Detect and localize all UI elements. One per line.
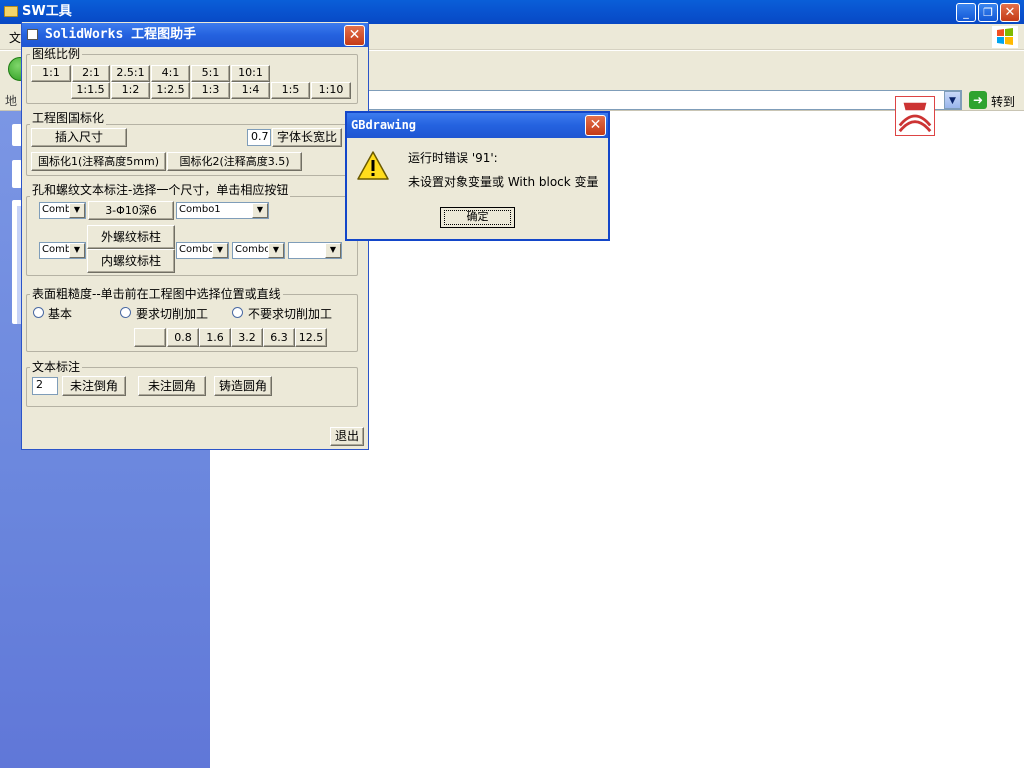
combo1-value: Combo1: [179, 204, 221, 215]
go-button[interactable]: 转到: [991, 93, 1015, 110]
roughness-value-button[interactable]: 3.2: [231, 328, 263, 347]
radio-cut-label: 要求切削加工: [136, 307, 209, 321]
roughness-value-button[interactable]: 6.3: [263, 328, 295, 347]
dialog-close-button[interactable]: ✕: [585, 115, 606, 136]
external-thread-button[interactable]: 外螺纹标柱: [87, 225, 175, 249]
scale-button[interactable]: 5:1: [191, 65, 230, 82]
chamfer-button[interactable]: 未注倒角: [62, 376, 126, 396]
dialog-message-line1: 运行时错误 '91':: [408, 151, 498, 165]
app-icon: [27, 29, 38, 40]
sw-window-title: SolidWorks 工程图助手: [22, 23, 368, 47]
address-label: 地: [5, 94, 18, 108]
standardize-1-button[interactable]: 国标化1(注释高度5mm): [31, 152, 166, 171]
scale-button[interactable]: 2.5:1: [111, 65, 150, 82]
chevron-down-icon[interactable]: ▼: [252, 203, 268, 218]
dialog-title: GBdrawing: [347, 113, 608, 138]
radio-no-cut[interactable]: [232, 307, 243, 318]
roughness-value-button[interactable]: 0.8: [167, 328, 199, 347]
roughness-value-button[interactable]: [134, 328, 166, 347]
radio-cut[interactable]: [120, 307, 131, 318]
scale-button[interactable]: 1:2.5: [151, 82, 190, 99]
scale-button[interactable]: 1:4: [231, 82, 270, 99]
scale-button[interactable]: 2:1: [72, 65, 110, 82]
internal-thread-button[interactable]: 内螺纹标柱: [87, 249, 175, 273]
scale-button[interactable]: 1:10: [311, 82, 351, 99]
restore-button[interactable]: ❐: [978, 3, 998, 22]
address-dropdown-icon[interactable]: ▼: [944, 91, 961, 109]
roughness-group-legend: 表面粗糙度--单击前在工程图中选择位置或直线: [30, 287, 283, 301]
menu-item-file[interactable]: 文: [9, 29, 21, 46]
scale-button[interactable]: 10:1: [231, 65, 270, 82]
exit-button[interactable]: 退出: [330, 427, 364, 446]
go-arrow-icon[interactable]: ➜: [969, 91, 987, 109]
windows-logo-icon: [992, 26, 1018, 48]
scale-button[interactable]: 4:1: [151, 65, 190, 82]
roughness-value-button[interactable]: 12.5: [295, 328, 327, 347]
count-input[interactable]: 2: [32, 377, 58, 395]
cast-fillet-button[interactable]: 铸造圆角: [214, 376, 272, 396]
sw-close-button[interactable]: ✕: [344, 25, 365, 46]
ok-button[interactable]: 确定: [440, 207, 515, 228]
width-ratio-button[interactable]: 字体长宽比: [272, 128, 342, 147]
radio-basic[interactable]: [33, 307, 44, 318]
logo-stamp-icon: [895, 96, 935, 136]
hole-depth-button[interactable]: 3-Φ10深6: [88, 201, 174, 220]
folder-icon: [4, 6, 18, 17]
roughness-value-button[interactable]: 1.6: [199, 328, 231, 347]
scale-button[interactable]: 1:2: [111, 82, 150, 99]
scale-group-legend: 图纸比例: [30, 47, 83, 61]
scale-button[interactable]: 1:1.5: [71, 82, 110, 99]
chevron-down-icon[interactable]: ▼: [268, 243, 284, 258]
width-ratio-input[interactable]: 0.7: [247, 129, 271, 146]
radio-basic-label: 基本: [48, 307, 73, 321]
insert-dimension-button[interactable]: 插入尺寸: [31, 128, 127, 147]
warning-icon: [357, 151, 389, 180]
dialog-message-line2: 未设置对象变量或 With block 变量: [408, 175, 599, 189]
scale-button[interactable]: 1:3: [191, 82, 230, 99]
close-button[interactable]: ✕: [1000, 3, 1020, 22]
hole-thread-group-legend: 孔和螺纹文本标注-选择一个尺寸，单击相应按钮: [30, 183, 291, 197]
standard-group-legend: 工程图国标化: [30, 111, 107, 125]
chevron-down-icon[interactable]: ▼: [212, 243, 228, 258]
window-title: SW工具: [22, 4, 72, 19]
chevron-down-icon[interactable]: ▼: [325, 243, 341, 258]
fillet-button[interactable]: 未注圆角: [138, 376, 206, 396]
scale-button[interactable]: 1:5: [271, 82, 310, 99]
window-title-bar: SW工具: [0, 0, 1024, 24]
chevron-down-icon[interactable]: ▼: [69, 203, 85, 218]
chevron-down-icon[interactable]: ▼: [69, 243, 85, 258]
text-annotation-group-legend: 文本标注: [30, 360, 83, 374]
standardize-2-button[interactable]: 国标化2(注释高度3.5): [167, 152, 302, 171]
radio-no-cut-label: 不要求切削加工: [248, 307, 333, 321]
minimize-button[interactable]: _: [956, 3, 976, 22]
ok-button-label: 确定: [466, 210, 489, 223]
scale-button[interactable]: 1:1: [31, 65, 71, 82]
